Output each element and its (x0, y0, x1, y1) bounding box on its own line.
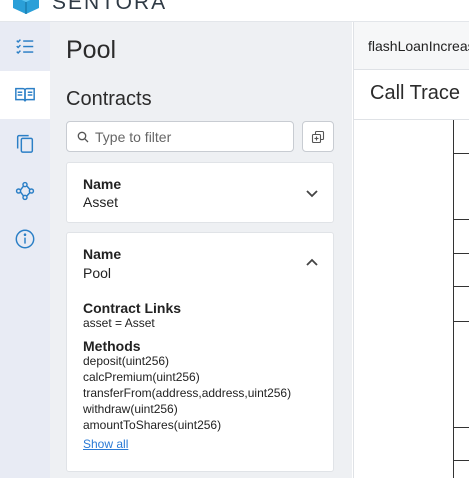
transaction-tab-bar: flashLoanIncreas (354, 22, 469, 70)
chevron-up-icon[interactable] (305, 255, 319, 269)
method-item: calcPremium(uint256) (83, 370, 200, 384)
method-item: withdraw(uint256) (83, 402, 178, 416)
book-icon (15, 87, 35, 102)
top-bar: SENTORA (0, 0, 469, 22)
logo-icon (13, 0, 39, 14)
filter-input[interactable] (95, 128, 285, 145)
rail-graph-button[interactable] (0, 167, 50, 215)
rail-copy-button[interactable] (0, 119, 50, 167)
copy-icon (16, 134, 34, 153)
page-title: Pool (66, 36, 117, 64)
search-icon (77, 131, 89, 142)
trace-tree-lines (453, 120, 469, 478)
contract-card-pool[interactable]: Name Pool Contract Links asset = Asset M… (66, 232, 334, 472)
chevron-down-icon[interactable] (305, 186, 319, 200)
call-trace-pane: flashLoanIncreas Call Trace (353, 22, 469, 478)
filter-field[interactable] (66, 121, 294, 152)
rail-list-button[interactable] (0, 23, 50, 71)
left-rail (0, 22, 50, 478)
show-all-methods-link[interactable]: Show all (83, 437, 128, 451)
method-item: deposit(uint256) (83, 354, 170, 368)
rail-info-button[interactable] (0, 215, 50, 263)
brand-name: SENTORA (52, 0, 168, 14)
methods-heading: Methods (83, 338, 141, 354)
list-icon (16, 39, 34, 54)
method-item: amountToShares(uint256) (83, 418, 222, 432)
rail-book-button[interactable] (0, 71, 50, 119)
contract-link-item: asset = Asset (83, 316, 155, 330)
method-item: transferFrom(address,address,uint256) (83, 386, 292, 400)
card-name-value: Pool (83, 265, 112, 281)
call-trace-title: Call Trace (370, 82, 461, 104)
tab-transaction[interactable]: flashLoanIncreas (368, 38, 469, 54)
share-graph-icon (15, 181, 35, 201)
card-name-value: Asset (83, 194, 119, 210)
call-trace-header: Call Trace (354, 70, 469, 120)
contract-links-heading: Contract Links (83, 300, 182, 316)
contract-card-asset[interactable]: Name Asset (66, 162, 334, 223)
copy-all-button[interactable] (302, 121, 334, 152)
card-name-label: Name (83, 176, 122, 192)
call-trace-tree[interactable] (354, 120, 469, 478)
copy-icon (311, 130, 325, 143)
section-title: Contracts (66, 88, 152, 110)
card-name-label: Name (83, 246, 122, 262)
contracts-panel: Pool Contracts Name Asset Name Pool Cont… (50, 22, 352, 478)
info-icon (15, 229, 35, 249)
